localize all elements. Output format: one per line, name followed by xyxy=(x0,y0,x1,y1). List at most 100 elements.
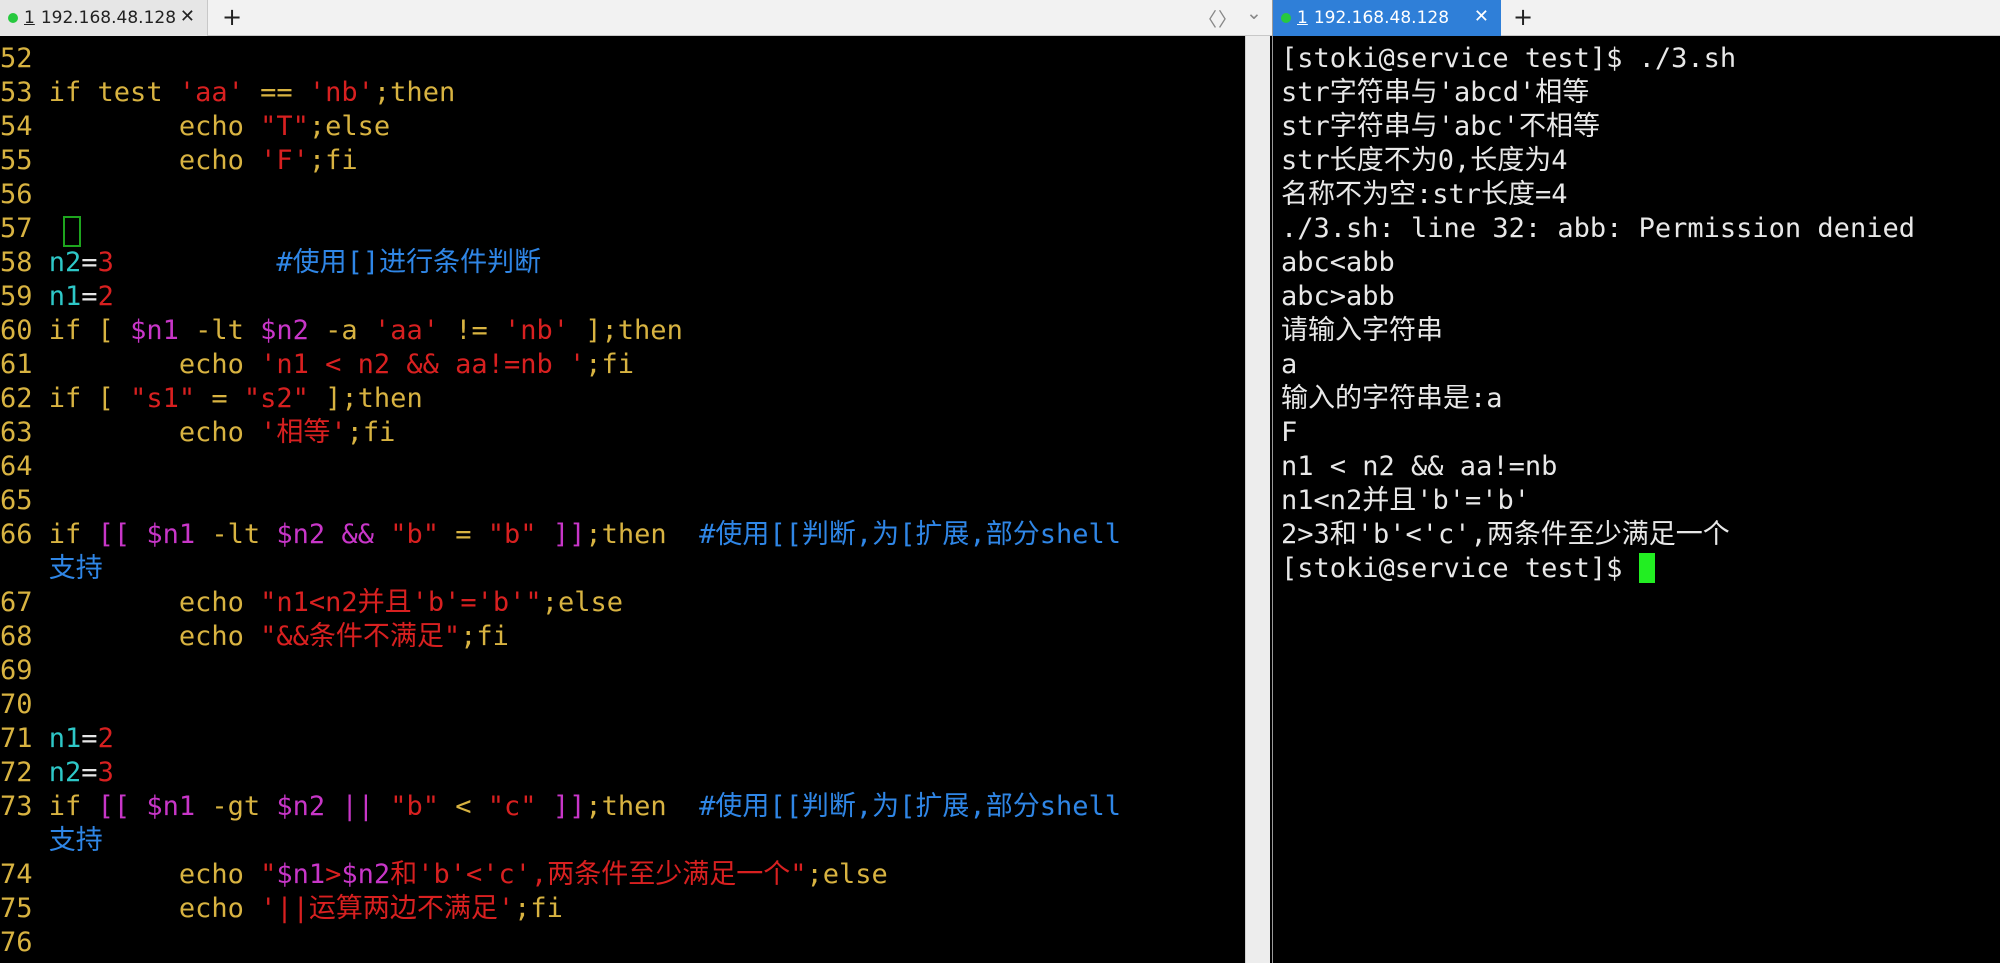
code-line: 69 xyxy=(0,654,49,688)
terminal-line: 名称不为空:str长度=4 xyxy=(1281,179,1568,210)
tab-title: 192.168.48.128 xyxy=(40,8,177,28)
close-tab-icon[interactable]: ✕ xyxy=(180,6,195,27)
code-token: "s2" xyxy=(243,383,309,414)
code-token: ]] xyxy=(552,519,586,550)
session-tab-left[interactable]: 1 192.168.48.128 ✕ xyxy=(0,0,208,36)
code-token: 'aa' xyxy=(373,315,439,346)
code-token: 'aa' xyxy=(178,77,244,108)
code-token: = xyxy=(81,757,98,788)
code-token: ;then xyxy=(585,791,700,822)
line-number: 59 xyxy=(0,281,49,312)
code-line: 67 echo "n1<n2并且'b'='b'";else xyxy=(0,586,623,620)
code-token: echo xyxy=(48,893,261,924)
code-token: 'nb' xyxy=(308,77,374,108)
code-line: 52 xyxy=(0,42,49,76)
line-number: 65 xyxy=(0,485,49,516)
terminal-line: a xyxy=(1281,349,1298,380)
tab-menu-icon[interactable]: ⌄ xyxy=(1246,2,1262,24)
code-token: ]] xyxy=(552,791,586,822)
terminal-line: [stoki@service test]$ ./3.sh xyxy=(1281,43,1737,74)
code-token: $n1 xyxy=(146,791,196,822)
code-token: -gt xyxy=(195,791,277,822)
terminal-line: 2>3和'b'<'c',两条件至少满足一个 xyxy=(1281,519,1730,550)
terminal-line: ./3.sh: line 32: abb: Permission denied xyxy=(1281,213,1915,244)
code-token: $n2 xyxy=(341,859,391,890)
code-token: echo xyxy=(48,859,261,890)
code-token: #使用[[判断,为[扩展,部分shell xyxy=(699,519,1121,550)
shell-output[interactable]: [stoki@service test]$ ./3.sh str字符串与'abcd… xyxy=(1273,36,2000,963)
code-token: $n1 xyxy=(146,519,196,550)
terminal-line: n1<n2并且'b'='b' xyxy=(1281,485,1531,516)
prev-tab-icon[interactable]: 〈 xyxy=(1198,5,1217,32)
code-token: ;fi xyxy=(460,621,509,652)
code-token: "c" xyxy=(487,791,537,822)
code-token: echo xyxy=(48,587,261,618)
line-number: 54 xyxy=(0,111,49,142)
code-token: echo xyxy=(48,349,261,380)
line-number: 61 xyxy=(0,349,49,380)
new-tab-button[interactable]: + xyxy=(1513,3,1533,31)
session-tab-right[interactable]: 1 192.168.48.128 ✕ xyxy=(1273,0,1501,36)
code-line: 60 if [ $n1 -lt $n2 -a 'aa' != 'nb' ];th… xyxy=(0,314,683,348)
code-line: 61 echo 'n1 < n2 && aa!=nb ';fi xyxy=(0,348,634,382)
code-token: ;then xyxy=(585,519,700,550)
code-token: < xyxy=(439,791,488,822)
code-token: -lt xyxy=(178,315,261,346)
vim-editor[interactable]: 52 53 if test 'aa' == 'nb';then 54 echo "… xyxy=(0,36,1272,963)
line-number: 66 xyxy=(0,519,49,550)
line-number: 70 xyxy=(0,689,49,720)
close-tab-icon[interactable]: ✕ xyxy=(1474,6,1489,27)
code-token: ;fi xyxy=(308,145,358,176)
code-token: 支持 xyxy=(48,553,103,584)
terminal-cursor xyxy=(1638,553,1655,583)
scrollbar[interactable] xyxy=(1245,36,1270,963)
code-token: ;else xyxy=(308,111,391,142)
code-token: #使用[]进行条件判断 xyxy=(276,247,542,278)
code-token: 2 xyxy=(97,723,114,754)
editor-cursor xyxy=(63,216,81,247)
code-token: "b" xyxy=(390,791,440,822)
line-number: 52 xyxy=(0,43,49,74)
line-number xyxy=(0,553,49,584)
terminal-line: 请输入字符串 xyxy=(1281,315,1443,346)
code-token: $n2 xyxy=(276,791,326,822)
line-number: 58 xyxy=(0,247,49,278)
code-token: != xyxy=(438,315,504,346)
code-line: 75 echo '||运算两边不满足';fi xyxy=(0,892,563,926)
code-token: > xyxy=(325,859,342,890)
line-number: 67 xyxy=(0,587,49,618)
line-number: 62 xyxy=(0,383,49,414)
code-token: if [ xyxy=(48,383,131,414)
code-token: = xyxy=(439,519,488,550)
code-token: ;else xyxy=(541,587,623,618)
code-token: $n2 xyxy=(260,315,309,346)
code-token: 'nb' xyxy=(504,315,570,346)
code-token: = xyxy=(81,247,98,278)
prompt-line: [stoki@service test]$ xyxy=(1281,552,1655,586)
code-token: ;then xyxy=(373,77,456,108)
code-line: 62 if [ "s1" = "s2" ];then xyxy=(0,382,423,416)
prompt-text: [stoki@service test]$ xyxy=(1281,553,1639,584)
line-number: 72 xyxy=(0,757,49,788)
tab-number: 1 xyxy=(24,8,35,28)
line-number xyxy=(0,825,49,856)
next-tab-icon[interactable]: 〉 xyxy=(1218,5,1237,32)
code-line: 73 if [[ $n1 -gt $n2 || "b" < "c" ]];the… xyxy=(0,790,1121,824)
code-token: if [ xyxy=(48,315,131,346)
code-token: "&&条件不满足" xyxy=(260,621,461,652)
left-terminal-pane: 1 192.168.48.128 ✕ + 〈 〉 ⌄ 52 53 if test… xyxy=(0,0,1272,963)
code-token: ];then xyxy=(308,383,423,414)
terminal-line: 输入的字符串是:a xyxy=(1281,383,1503,414)
terminal-line: abc>abb xyxy=(1281,281,1395,312)
code-token: '相等' xyxy=(260,417,347,448)
code-token: echo xyxy=(48,417,261,448)
code-token: if test xyxy=(48,77,179,108)
line-number: 71 xyxy=(0,723,49,754)
new-tab-button[interactable]: + xyxy=(222,3,242,31)
